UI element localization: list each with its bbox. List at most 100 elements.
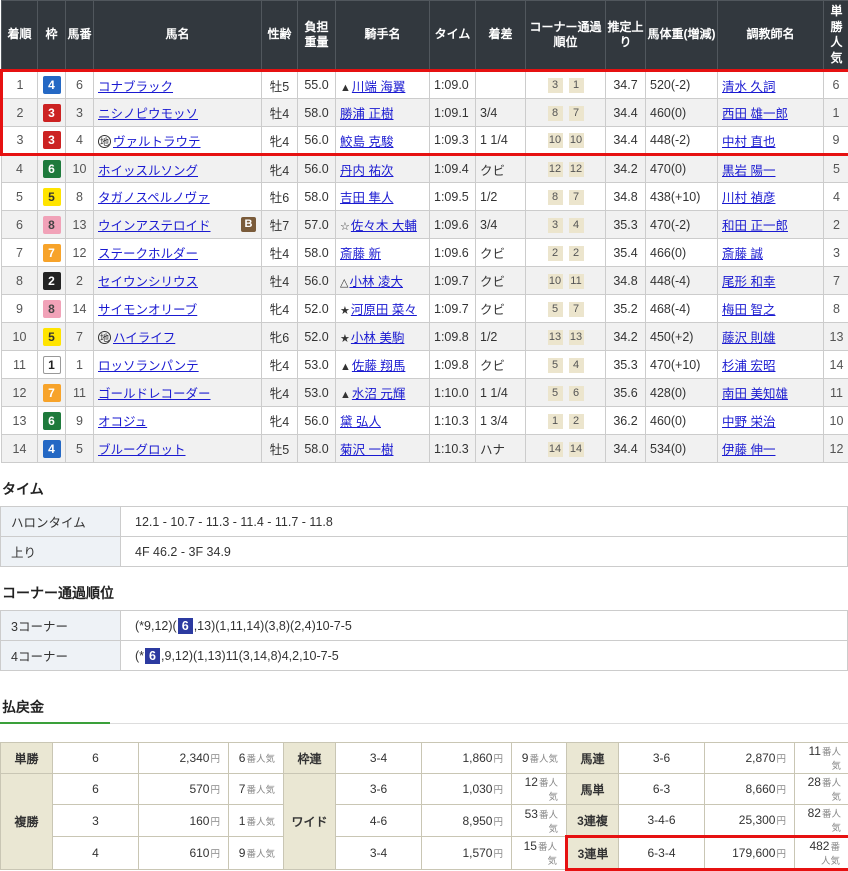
sex-age: 牡7 [262, 211, 298, 239]
horse-name-link[interactable]: ゴールドレコーダー [98, 387, 211, 401]
jockey-name-link[interactable]: 水沼 元輝 [352, 387, 405, 401]
halon-time-label: ハロンタイム [1, 507, 121, 537]
apprentice-mark: ★ [340, 333, 350, 345]
jockey-name-link[interactable]: 丹内 祐次 [340, 164, 393, 178]
horse-name-link[interactable]: オコジュ [98, 415, 147, 429]
body-weight: 470(0) [646, 155, 718, 183]
margin: 1 1/4 [476, 379, 526, 407]
corner-order-cell: 34 [526, 211, 606, 239]
horse-name-link[interactable]: ステークホルダー [98, 247, 198, 261]
jockey-name-link[interactable]: 佐藤 翔馬 [352, 359, 405, 373]
trainer-name-link[interactable]: 中野 栄治 [722, 415, 775, 429]
horse-name-link[interactable]: ヴァルトラウテ [113, 135, 201, 149]
horse-number: 6 [66, 71, 94, 99]
corner3-order-after: ,13)(1,11,14)(3,8)(2,4)10-7-5 [194, 619, 352, 633]
jockey-cell: ▲川端 海翼 [336, 71, 430, 99]
horse-number: 9 [66, 407, 94, 435]
corner-order-cell: 1212 [526, 155, 606, 183]
trainer-name-link[interactable]: 斎藤 誠 [722, 247, 763, 261]
trainer-name-link[interactable]: 川村 禎彦 [722, 191, 775, 205]
trainer-name-link[interactable]: 清水 久詞 [722, 80, 775, 94]
trainer-name-link[interactable]: 黒岩 陽一 [722, 164, 775, 178]
corner4-position: 11 [569, 274, 584, 289]
jockey-cell: ★小林 美駒 [336, 323, 430, 351]
umaren-number: 3-6 [619, 743, 705, 774]
jockey-name-link[interactable]: 小林 美駒 [351, 331, 404, 345]
finish-position: 6 [2, 211, 38, 239]
margin: クビ [476, 351, 526, 379]
margin: クビ [476, 155, 526, 183]
jockey-cell: △小林 凌大 [336, 267, 430, 295]
jockey-name-link[interactable]: 斎藤 新 [340, 247, 381, 261]
jockey-name-link[interactable]: 吉田 隼人 [340, 191, 393, 205]
corner4-highlighted-horse: 6 [145, 648, 160, 664]
jockey-name-link[interactable]: 佐々木 大輔 [351, 219, 417, 233]
corner4-position: 2 [569, 414, 584, 429]
last3f-time: 34.7 [606, 71, 646, 99]
horse-name-cell: ゴールドレコーダー [94, 379, 262, 407]
horse-name-link[interactable]: ハイライフ [113, 331, 175, 345]
finish-time: 1:09.3 [430, 127, 476, 155]
horse-name-cell: ホイッスルソング [94, 155, 262, 183]
corner-table: 3コーナー (*9,12)(6,13)(1,11,14)(3,8)(2,4)10… [0, 610, 848, 671]
yen-suffix: 円 [210, 817, 220, 828]
horse-number: 2 [66, 267, 94, 295]
trainer-name-link[interactable]: 中村 直也 [722, 135, 775, 149]
corner3-highlighted-horse: 6 [178, 618, 193, 634]
sex-age: 牝4 [262, 295, 298, 323]
frame-cell: 5 [38, 323, 66, 351]
trainer-name-link[interactable]: 伊藤 伸一 [722, 443, 775, 457]
horse-name-link[interactable]: ブルーグロット [98, 443, 186, 457]
time-section-title: タイム [2, 479, 848, 499]
blinkers-badge: B [241, 217, 256, 232]
result-row: 1111ロッソランパンテ牝453.0▲佐藤 翔馬1:09.8クビ5435.347… [2, 351, 848, 379]
sex-age: 牡5 [262, 435, 298, 463]
jockey-name-link[interactable]: 鮫島 克駿 [340, 135, 393, 149]
col-header-carried-weight: 負担重量 [298, 1, 336, 71]
horse-name-link[interactable]: ホイッスルソング [98, 164, 198, 178]
trainer-name-link[interactable]: 南田 美知雄 [722, 387, 788, 401]
horse-name-link[interactable]: ロッソランパンテ [98, 359, 199, 373]
frame-number-badge: 2 [43, 272, 61, 290]
corner-order-cell: 12 [526, 407, 606, 435]
trainer-name-link[interactable]: 梅田 智之 [722, 303, 775, 317]
sex-age: 牝4 [262, 155, 298, 183]
last3f-time: 34.4 [606, 99, 646, 127]
trainer-name-link[interactable]: 尾形 和幸 [722, 275, 775, 289]
last3f-time: 36.2 [606, 407, 646, 435]
horse-name-link[interactable]: タガノスペルノヴァ [98, 191, 210, 205]
jockey-name-link[interactable]: 黛 弘人 [340, 415, 381, 429]
trainer-name-link[interactable]: 和田 正一郎 [722, 219, 788, 233]
jockey-name-link[interactable]: 河原田 菜々 [351, 303, 417, 317]
last3f-time: 35.4 [606, 239, 646, 267]
horse-name-cell: 地ヴァルトラウテ [94, 127, 262, 155]
horse-name-link[interactable]: ニシノピウモッソ [98, 107, 198, 121]
payout-section: 払戻金 単勝 6 2,340円 6番人気 枠連 3-4 1,860円 9番人気 … [0, 697, 848, 871]
jockey-name-link[interactable]: 小林 凌大 [349, 275, 402, 289]
finish-position: 14 [2, 435, 38, 463]
umaren-amount: 2,870円 [705, 743, 795, 774]
corner4-order: (*6,9,12)(1,13)11(3,14,8)4,2,10-7-5 [121, 641, 848, 671]
trainer-name-link[interactable]: 藤沢 則雄 [722, 331, 775, 345]
col-header-jockey: 騎手名 [336, 1, 430, 71]
result-row: 1445ブルーグロット牡558.0菊沢 一樹1:10.3ハナ141434.453… [2, 435, 848, 463]
margin: 1/2 [476, 183, 526, 211]
jockey-name-link[interactable]: 勝浦 正樹 [340, 107, 393, 121]
horse-name-link[interactable]: コナブラック [98, 80, 173, 94]
jockey-name-link[interactable]: 菊沢 一樹 [340, 443, 393, 457]
horse-name-link[interactable]: サイモンオリーブ [98, 303, 197, 317]
trainer-name-link[interactable]: 西田 雄一郎 [722, 107, 788, 121]
corner-order-cell: 57 [526, 295, 606, 323]
jockey-name-link[interactable]: 川端 海翼 [352, 80, 405, 94]
result-row: 822セイウンシリウス牡456.0△小林 凌大1:09.7クビ101134.84… [2, 267, 848, 295]
body-weight: 534(0) [646, 435, 718, 463]
wide-number-2: 4-6 [336, 805, 422, 837]
trainer-cell: 尾形 和幸 [718, 267, 824, 295]
margin: クビ [476, 239, 526, 267]
horse-name-link[interactable]: セイウンシリウス [98, 275, 198, 289]
horse-name-link[interactable]: ウインアステロイド [98, 219, 211, 233]
trainer-name-link[interactable]: 杉浦 宏昭 [722, 359, 775, 373]
result-row: 1057地ハイライフ牝652.0★小林 美駒1:09.81/2131334.24… [2, 323, 848, 351]
apprentice-mark: ★ [340, 305, 350, 317]
agari-row: 上り 4F 46.2 - 3F 34.9 [1, 537, 848, 567]
